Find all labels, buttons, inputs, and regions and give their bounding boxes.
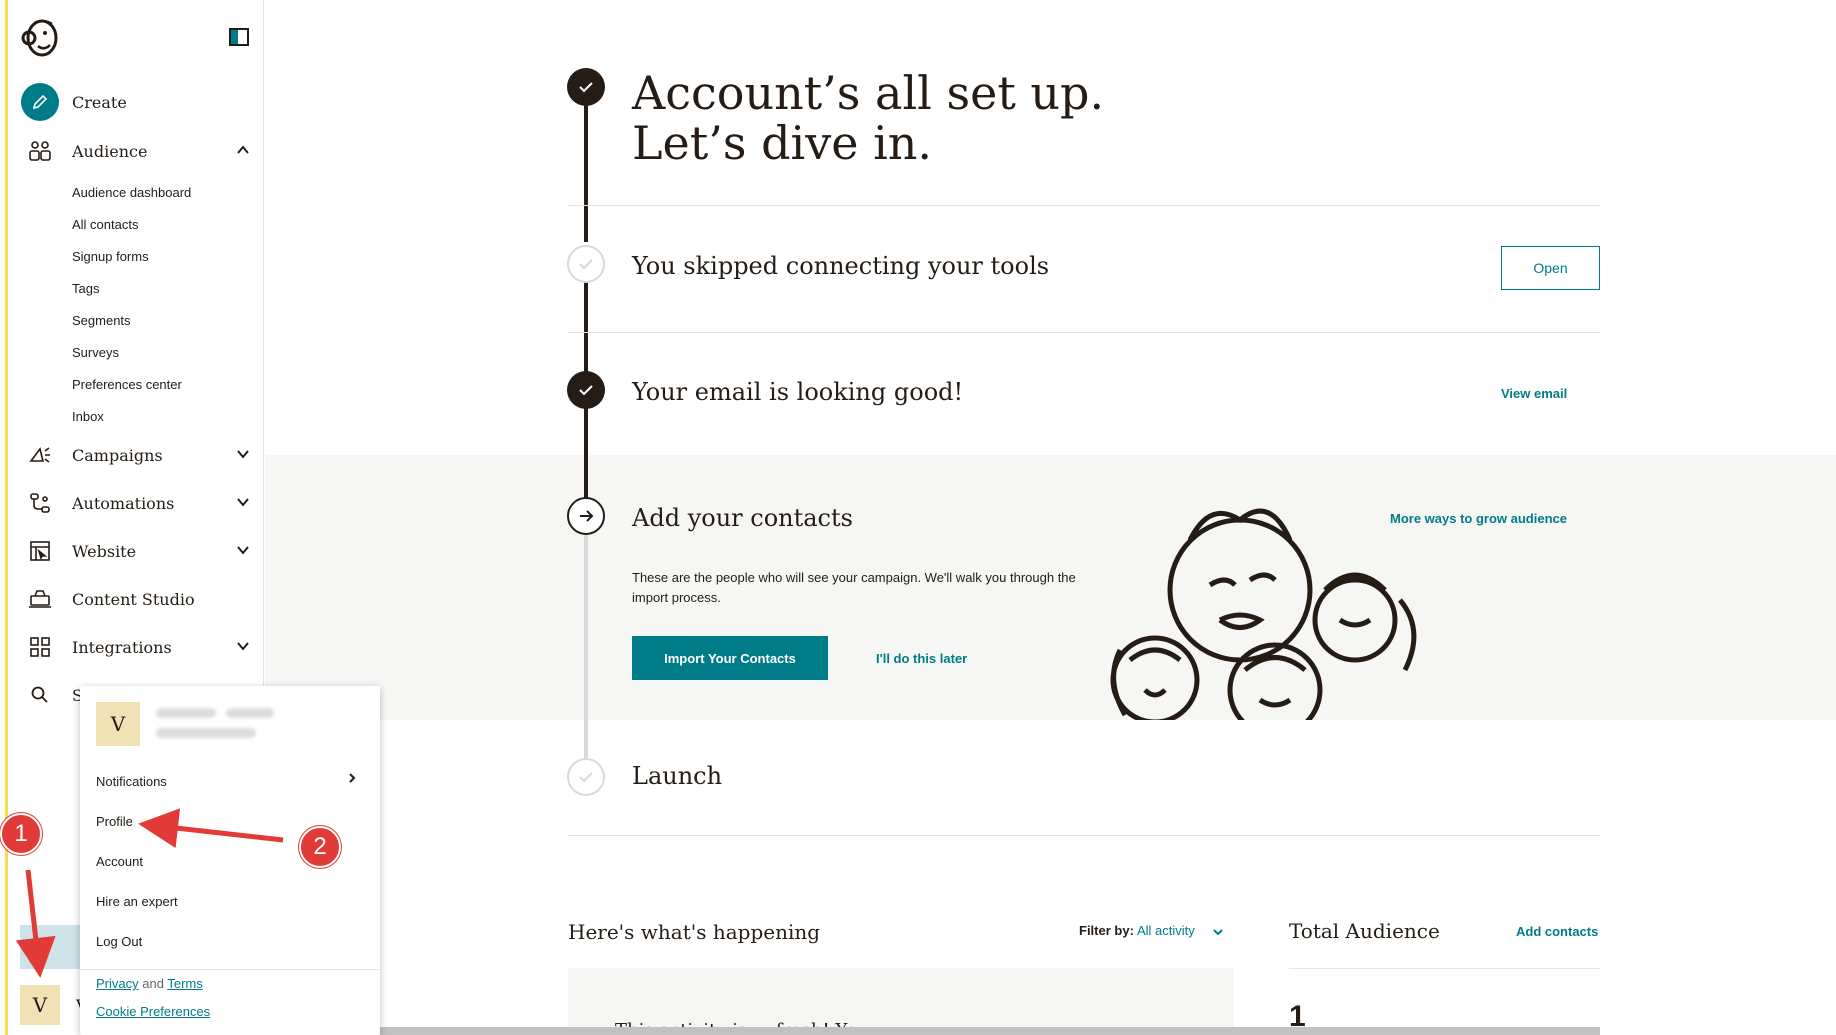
chevron-down-icon[interactable]: [236, 543, 250, 557]
redacted-org-name: [156, 728, 256, 738]
annotation-badge-1: 1: [0, 813, 42, 855]
menu-item-hire-expert[interactable]: Hire an expert: [96, 894, 178, 909]
footer-and: and: [142, 976, 164, 991]
timeline-segment: [584, 105, 588, 242]
faces-illustration: [1110, 508, 1417, 720]
add-contacts-link[interactable]: Add contacts: [1516, 924, 1598, 939]
page-title-line1: Account’s all set up.: [632, 66, 1105, 120]
nav-all-contacts[interactable]: All contacts: [72, 217, 138, 232]
nav-content-studio-label: Content Studio: [72, 589, 195, 609]
timeline-segment: [584, 282, 588, 372]
menu-avatar: V: [96, 702, 140, 746]
step-tools-title: You skipped connecting your tools: [632, 252, 1050, 280]
total-audience-title: Total Audience: [1289, 919, 1440, 943]
skipped-check-icon: [567, 245, 605, 283]
menu-item-profile[interactable]: Profile: [96, 814, 133, 829]
mailchimp-logo-icon[interactable]: [20, 16, 60, 60]
timeline-segment: [584, 535, 588, 760]
chevron-down-icon[interactable]: [236, 495, 250, 509]
nav-audience-label: Audience: [72, 141, 148, 161]
cookie-preferences-link[interactable]: Cookie Preferences: [96, 1004, 210, 1019]
pencil-icon: [21, 83, 59, 121]
nav-integrations-label: Integrations: [72, 637, 172, 657]
sidebar-accent-rule: [5, 0, 8, 1035]
annotation-badge-2: 2: [299, 826, 341, 868]
filter-dropdown[interactable]: All activity: [1137, 923, 1195, 938]
audience-icon: [20, 131, 60, 171]
view-email-link[interactable]: View email: [1501, 386, 1567, 401]
nav-inbox[interactable]: Inbox: [72, 409, 104, 424]
terms-link[interactable]: Terms: [167, 976, 202, 991]
step-contacts-title: Add your contacts: [632, 504, 853, 532]
menu-divider: [80, 969, 380, 970]
nav-audience[interactable]: Audience: [20, 131, 250, 171]
nav-tags[interactable]: Tags: [72, 281, 99, 296]
content-studio-icon: [20, 579, 60, 619]
import-contacts-button[interactable]: Import Your Contacts: [632, 636, 828, 680]
pending-check-icon: [567, 758, 605, 796]
check-icon: [567, 371, 605, 409]
menu-item-notifications[interactable]: Notifications: [96, 774, 167, 789]
nav-preferences-center[interactable]: Preferences center: [72, 377, 182, 392]
chevron-down-icon[interactable]: [1212, 926, 1224, 938]
nav-automations[interactable]: Automations: [20, 483, 250, 523]
automations-icon: [20, 483, 60, 523]
megaphone-icon: [20, 435, 60, 475]
activity-title: Here's what's happening: [568, 920, 821, 944]
menu-item-logout[interactable]: Log Out: [96, 934, 142, 949]
timeline-segment: [584, 408, 588, 498]
step-contacts-description: These are the people who will see your c…: [632, 570, 1076, 605]
filter-label: Filter by:: [1079, 923, 1134, 938]
privacy-link[interactable]: Privacy: [96, 976, 139, 991]
arrow-right-icon: [567, 497, 605, 535]
nav-segments[interactable]: Segments: [72, 313, 131, 328]
check-icon: [567, 68, 605, 106]
horizontal-scrollbar[interactable]: [380, 1027, 1600, 1035]
chevron-up-icon[interactable]: [236, 143, 250, 157]
redacted-user-role: [226, 708, 274, 718]
collapse-sidebar-icon[interactable]: [229, 28, 249, 46]
chevron-right-icon[interactable]: [346, 772, 358, 784]
divider: [568, 835, 1600, 836]
nav-integrations[interactable]: Integrations: [20, 627, 250, 667]
chevron-down-icon[interactable]: [236, 639, 250, 653]
integrations-grid-icon: [20, 627, 60, 667]
nav-create[interactable]: Create: [20, 82, 250, 122]
nav-automations-label: Automations: [72, 493, 175, 513]
divider: [1289, 968, 1600, 969]
redacted-user-name: [156, 708, 216, 718]
menu-footer-cookie: Cookie Preferences: [96, 1004, 210, 1019]
nav-signup-forms[interactable]: Signup forms: [72, 249, 149, 264]
website-icon: [20, 531, 60, 571]
page-title-line2: Let’s dive in.: [632, 116, 933, 170]
divider: [568, 205, 1600, 206]
nav-surveys[interactable]: Surveys: [72, 345, 119, 360]
step-email-title: Your email is looking good!: [632, 378, 964, 406]
nav-website-label: Website: [72, 541, 137, 561]
open-button[interactable]: Open: [1501, 246, 1600, 290]
nav-campaigns-label: Campaigns: [72, 445, 163, 465]
nav-campaigns[interactable]: Campaigns: [20, 435, 250, 475]
divider: [568, 332, 1600, 333]
page-title: Account’s all set up. Let’s dive in.: [632, 68, 1104, 168]
menu-footer-legal: Privacy and Terms: [96, 976, 203, 991]
menu-item-account[interactable]: Account: [96, 854, 143, 869]
do-later-link[interactable]: I'll do this later: [876, 651, 967, 666]
nav-create-label: Create: [72, 92, 127, 112]
account-trigger-highlight[interactable]: [20, 925, 80, 969]
nav-content-studio[interactable]: Content Studio: [20, 579, 250, 619]
avatar[interactable]: V: [20, 985, 60, 1025]
step-launch-title: Launch: [632, 762, 723, 790]
nav-website[interactable]: Website: [20, 531, 250, 571]
chevron-down-icon[interactable]: [236, 447, 250, 461]
nav-audience-dashboard[interactable]: Audience dashboard: [72, 185, 191, 200]
search-icon: [20, 675, 60, 715]
